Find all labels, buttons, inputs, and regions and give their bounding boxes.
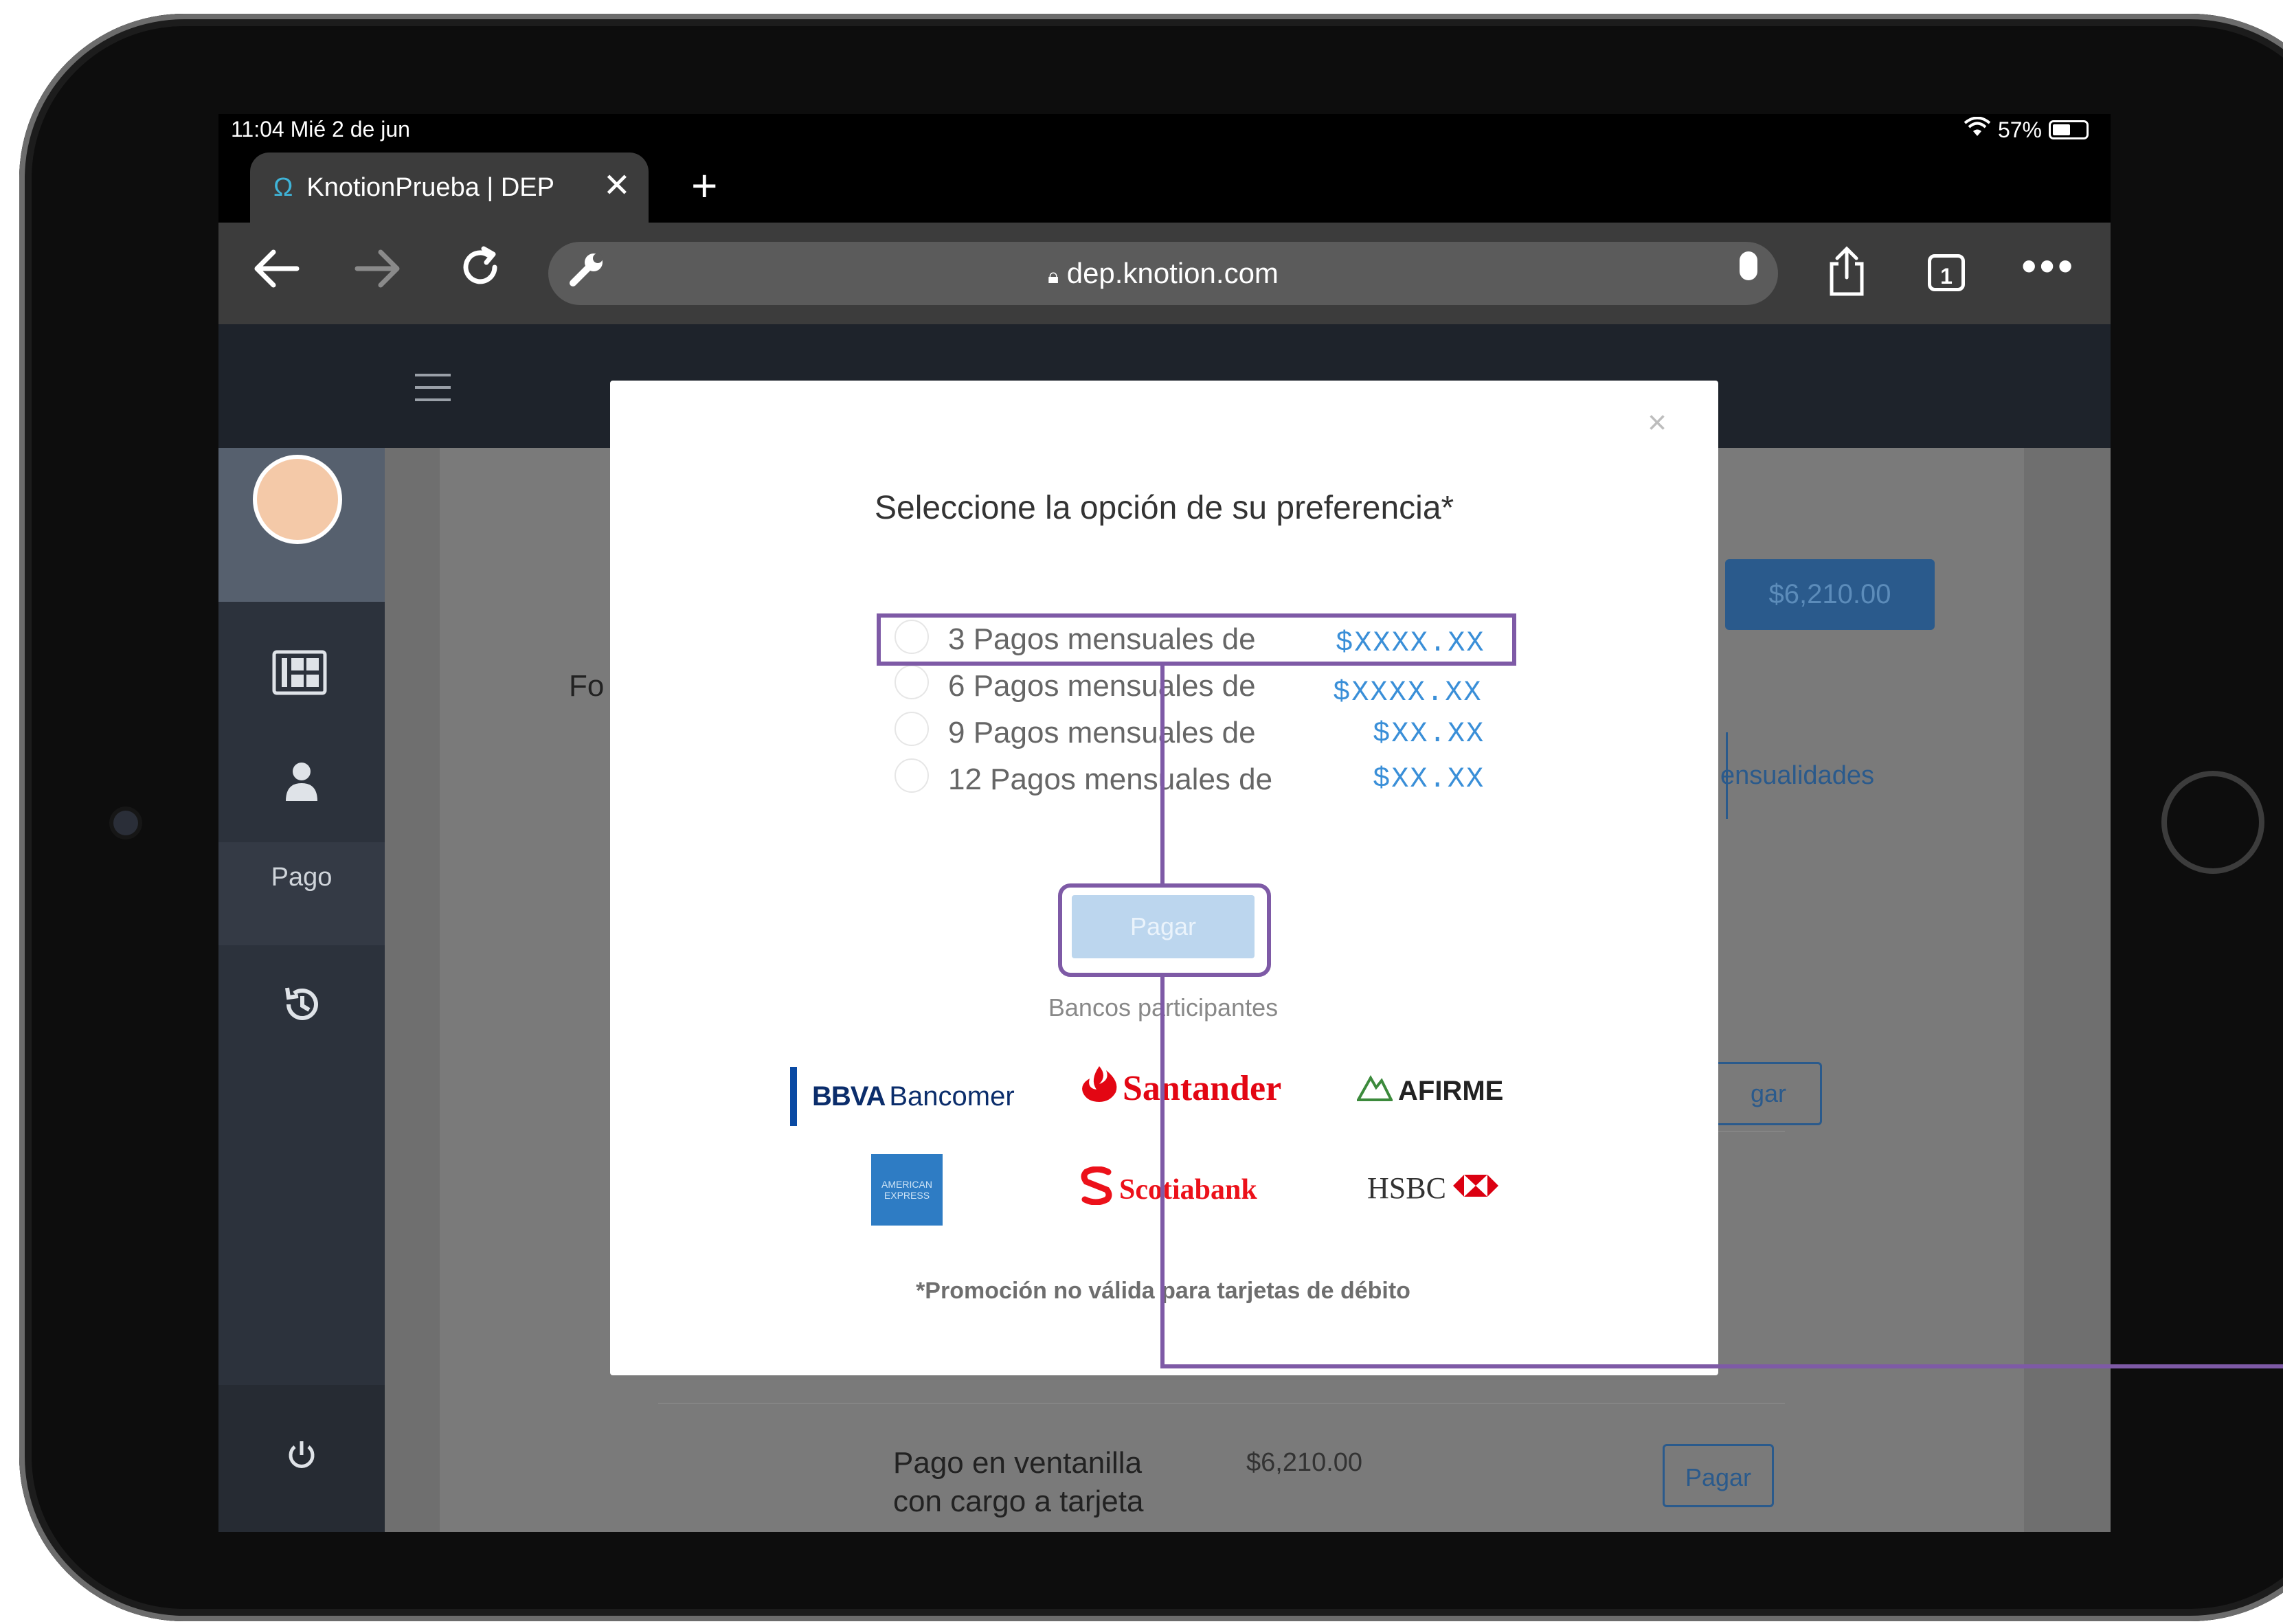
wifi-icon	[1964, 116, 1991, 143]
scotia-s-icon	[1081, 1166, 1112, 1213]
section-label-partial: Fo	[569, 669, 605, 703]
row-pagar-button[interactable]: Pagar	[1663, 1444, 1774, 1507]
browser-tab[interactable]: Ω KnotionPrueba | DEP ✕	[250, 153, 649, 223]
user-icon[interactable]	[284, 761, 319, 806]
option-price: $XXXX.XX	[1333, 676, 1483, 709]
forward-arrow-icon[interactable]	[353, 245, 403, 301]
hsbc-hexagon-icon	[1452, 1171, 1498, 1206]
santander-logo: Santander	[1079, 1065, 1281, 1112]
reload-icon[interactable]	[458, 245, 503, 302]
option-price: $XX.XX	[1373, 763, 1485, 796]
highlight-pay-button	[1058, 883, 1271, 977]
mensualidades-link[interactable]: ensualidades	[1720, 761, 1874, 791]
battery-icon	[2049, 120, 2089, 139]
american-express-logo: AMERICAN EXPRESS	[871, 1154, 943, 1226]
highlight-first-option	[877, 613, 1516, 666]
battery-percent: 57%	[1997, 117, 2042, 142]
history-icon[interactable]	[280, 982, 324, 1030]
home-button[interactable]	[2161, 771, 2264, 874]
back-arrow-icon[interactable]	[251, 245, 301, 301]
option-label: 12 Pagos mensuales de	[948, 763, 1273, 796]
annotation-line	[1160, 666, 1165, 883]
sidebar-item-pago[interactable]: Pago	[218, 863, 385, 892]
radio-option-9[interactable]	[895, 712, 929, 746]
hamburger-menu-icon[interactable]	[414, 372, 452, 406]
flame-icon	[1079, 1065, 1120, 1112]
mensualidades-button-edge	[1720, 732, 1728, 819]
radio-option-6[interactable]	[895, 665, 929, 699]
dashboard-icon[interactable]	[272, 650, 327, 699]
bbva-bancomer-logo: BBVA Bancomer	[790, 1067, 1015, 1126]
power-icon[interactable]	[287, 1440, 316, 1475]
url-text: 🔒︎ dep.knotion.com	[1048, 257, 1279, 289]
afirme-mark-icon	[1356, 1074, 1394, 1108]
status-right: 57%	[1964, 116, 2089, 143]
close-tab-icon[interactable]: ✕	[603, 166, 631, 205]
option-label: 6 Pagos mensuales de	[948, 669, 1256, 703]
radio-option-12[interactable]	[895, 758, 929, 793]
option-label: 9 Pagos mensuales de	[948, 716, 1256, 749]
lock-icon: 🔒︎	[1048, 265, 1059, 288]
front-camera	[113, 811, 138, 835]
afirme-logo: AFIRME	[1356, 1074, 1503, 1108]
share-icon[interactable]	[1826, 246, 1867, 302]
wrench-icon[interactable]	[567, 250, 606, 297]
sidebar-item-pago-bg	[218, 842, 385, 945]
row-title: Pago en ventanilla con cargo a tarjeta	[893, 1446, 1144, 1518]
bbva-bar	[790, 1067, 797, 1126]
divider	[658, 1403, 1785, 1404]
annotation-line	[1160, 1364, 2283, 1368]
knotion-favicon-icon: Ω	[273, 172, 293, 202]
avatar[interactable]	[253, 455, 342, 544]
annotation-line	[1160, 977, 1165, 1368]
microphone-icon[interactable]	[1740, 251, 1757, 280]
tab-title: KnotionPrueba | DEP	[306, 172, 554, 202]
close-icon[interactable]: ×	[1647, 404, 1667, 442]
amount-button[interactable]: $6,210.00	[1725, 559, 1935, 630]
more-menu-icon[interactable]: •••	[2021, 240, 2076, 291]
option-price: $XX.XX	[1373, 717, 1485, 750]
pagar-button-partial[interactable]: gar	[1702, 1062, 1822, 1125]
scotiabank-logo: Scotiabank	[1081, 1166, 1257, 1213]
new-tab-icon[interactable]: +	[691, 159, 718, 212]
modal-title: Seleccione la opción de su preferencia*	[875, 490, 1454, 526]
tab-count-button[interactable]: 1	[1928, 254, 1965, 291]
row-amount: $6,210.00	[1246, 1448, 1363, 1477]
status-time: 11:04 Mié 2 de jun	[231, 117, 410, 142]
hsbc-logo: HSBC	[1367, 1171, 1498, 1206]
address-bar[interactable]: 🔒︎ dep.knotion.com	[548, 242, 1778, 305]
